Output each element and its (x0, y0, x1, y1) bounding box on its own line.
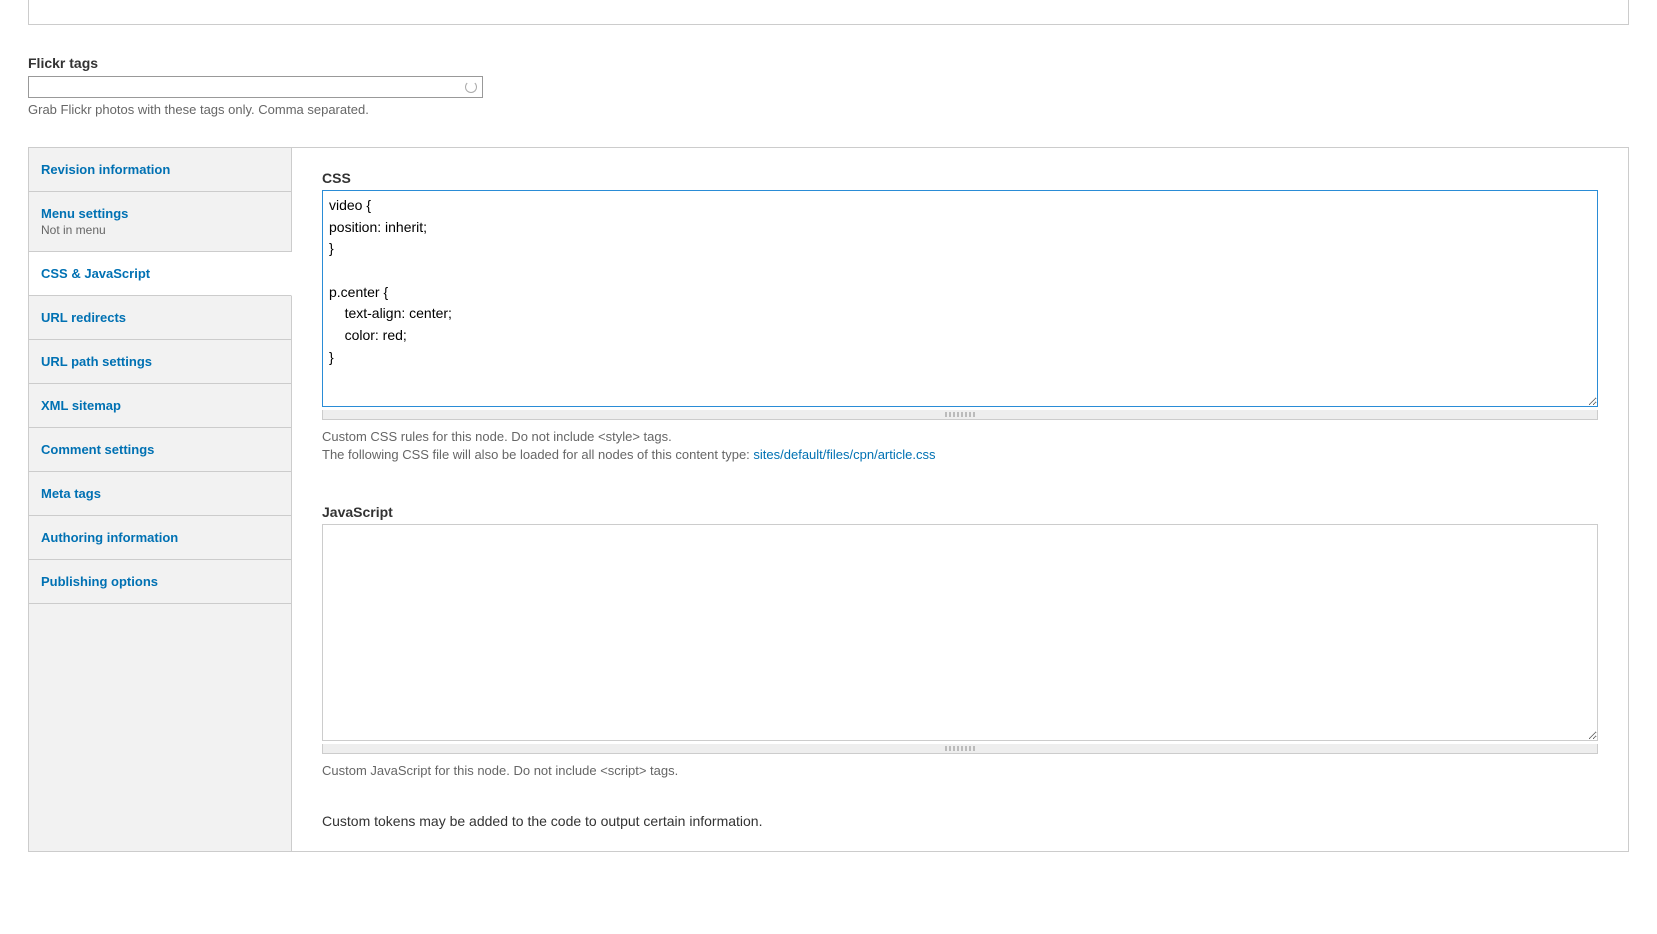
js-section: JavaScript Custom JavaScript for this no… (322, 504, 1598, 780)
tab-label: URL redirects (41, 310, 279, 325)
tab-label: Revision information (41, 162, 279, 177)
tab-authoring-information[interactable]: Authoring information (29, 516, 291, 560)
flickr-tags-input[interactable] (28, 76, 483, 98)
flickr-tags-help: Grab Flickr photos with these tags only.… (28, 102, 1629, 117)
css-file-link[interactable]: sites/default/files/cpn/article.css (753, 447, 935, 462)
vertical-tabs-panel: Revision information Menu settings Not i… (28, 147, 1629, 852)
js-help: Custom JavaScript for this node. Do not … (322, 762, 1598, 780)
tab-label: XML sitemap (41, 398, 279, 413)
tab-publishing-options[interactable]: Publishing options (29, 560, 291, 604)
resize-grippie[interactable] (322, 744, 1598, 754)
js-label: JavaScript (322, 504, 1598, 520)
tab-meta-tags[interactable]: Meta tags (29, 472, 291, 516)
flickr-tags-label: Flickr tags (28, 55, 1629, 71)
tab-summary: Not in menu (41, 223, 279, 237)
css-label: CSS (322, 170, 1598, 186)
tab-css-javascript[interactable]: CSS & JavaScript (29, 252, 292, 296)
tab-url-path-settings[interactable]: URL path settings (29, 340, 291, 384)
tab-label: Comment settings (41, 442, 279, 457)
tab-label: URL path settings (41, 354, 279, 369)
css-help-1: Custom CSS rules for this node. Do not i… (322, 428, 1598, 446)
tab-xml-sitemap[interactable]: XML sitemap (29, 384, 291, 428)
top-panel-border (28, 0, 1629, 25)
tab-label: Meta tags (41, 486, 279, 501)
tokens-note: Custom tokens may be added to the code t… (322, 813, 1598, 829)
tab-menu-settings[interactable]: Menu settings Not in menu (29, 192, 291, 252)
css-help-2-prefix: The following CSS file will also be load… (322, 447, 753, 462)
spinner-icon (465, 81, 477, 93)
tab-label: Publishing options (41, 574, 279, 589)
css-textarea[interactable] (322, 190, 1598, 407)
tab-revision-information[interactable]: Revision information (29, 148, 291, 192)
tab-label: Menu settings (41, 206, 279, 221)
tab-label: CSS & JavaScript (41, 266, 279, 281)
vertical-tabs-list: Revision information Menu settings Not i… (29, 148, 292, 851)
css-help-2: The following CSS file will also be load… (322, 446, 1598, 464)
tab-content-panel: CSS Custom CSS rules for this node. Do n… (292, 148, 1628, 851)
tab-comment-settings[interactable]: Comment settings (29, 428, 291, 472)
flickr-tags-field: Flickr tags Grab Flickr photos with thes… (28, 55, 1629, 117)
css-section: CSS Custom CSS rules for this node. Do n… (322, 170, 1598, 464)
resize-grippie[interactable] (322, 410, 1598, 420)
js-textarea[interactable] (322, 524, 1598, 741)
tab-url-redirects[interactable]: URL redirects (29, 296, 291, 340)
tab-label: Authoring information (41, 530, 279, 545)
